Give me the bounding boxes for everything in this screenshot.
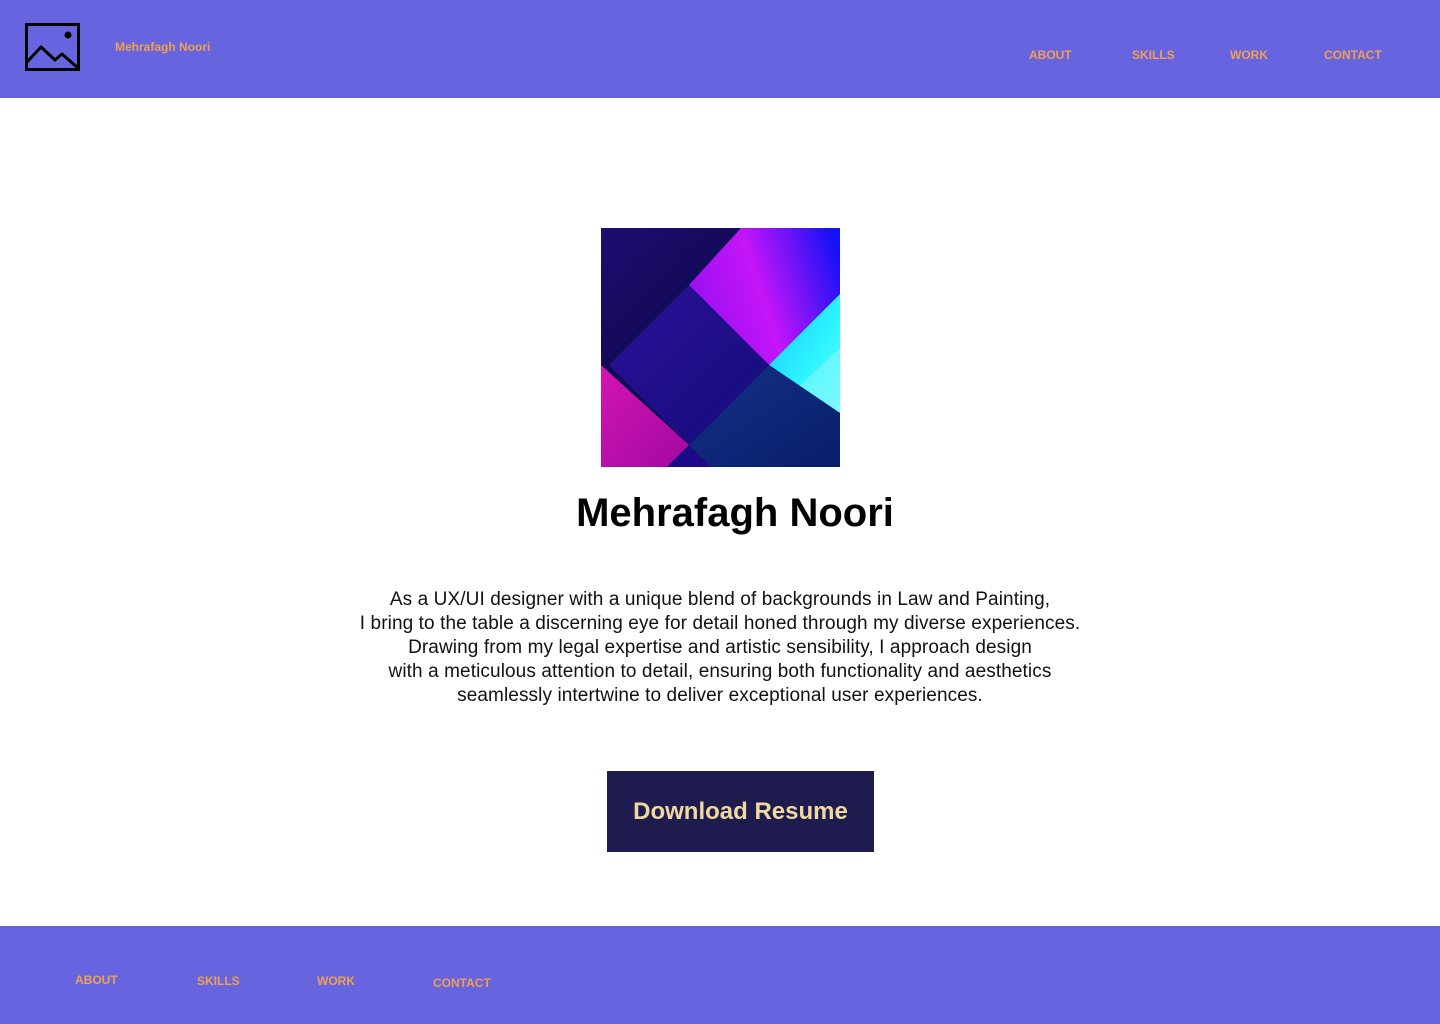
profile-image [601, 228, 840, 467]
profile-name: Mehrafagh Noori [576, 491, 894, 535]
brand-name: Mehrafagh Noori [115, 40, 211, 54]
bio-line: As a UX/UI designer with a unique blend … [389, 589, 1051, 610]
footer-nav-skills[interactable]: SKILLS [197, 974, 240, 988]
footer-nav-work[interactable]: WORK [317, 974, 355, 988]
bio-line: seamlessly intertwine to deliver excepti… [457, 685, 983, 706]
footer-nav-contact[interactable]: CONTACT [433, 976, 491, 990]
nav-work[interactable]: WORK [1230, 48, 1268, 62]
bio-line: I bring to the table a discerning eye fo… [359, 613, 1081, 634]
footer-nav-about[interactable]: ABOUT [75, 973, 118, 987]
bio-line: with a meticulous attention to detail, e… [388, 661, 1052, 682]
site-footer: ABOUT SKILLS WORK CONTACT [0, 926, 1440, 1024]
download-resume-button[interactable]: Download Resume [607, 771, 874, 852]
site-header: Mehrafagh Noori ABOUT SKILLS WORK CONTAC… [0, 0, 1440, 98]
nav-about[interactable]: ABOUT [1029, 48, 1072, 62]
bio-line: Drawing from my legal expertise and arti… [408, 637, 1032, 658]
nav-contact[interactable]: CONTACT [1324, 48, 1382, 62]
image-placeholder-icon[interactable] [25, 23, 80, 71]
bio-paragraph: As a UX/UI designer with a unique blend … [240, 588, 1200, 708]
nav-skills[interactable]: SKILLS [1132, 48, 1175, 62]
